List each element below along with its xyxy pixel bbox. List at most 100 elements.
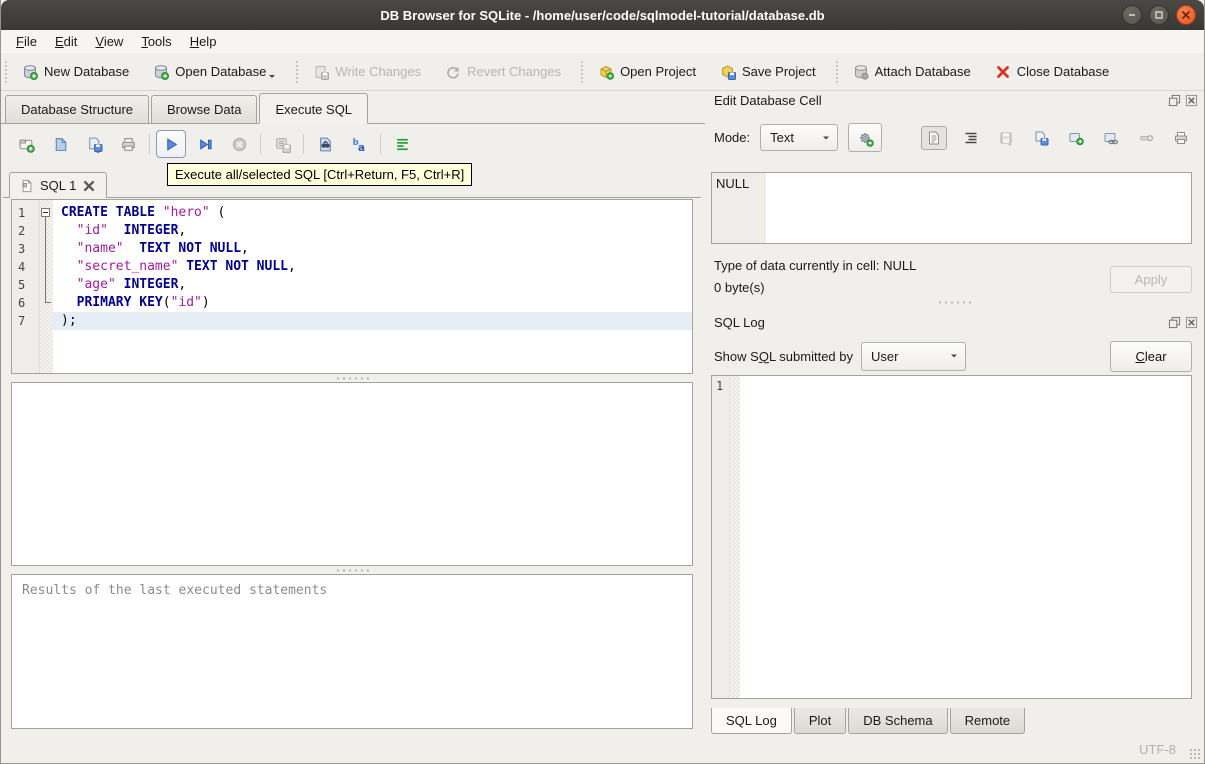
find-button[interactable] xyxy=(310,130,340,158)
menu-view[interactable]: View xyxy=(86,32,132,51)
float-dock-icon[interactable] xyxy=(1168,94,1181,107)
line-number: 6 xyxy=(18,296,26,310)
editor-results-splitter[interactable] xyxy=(3,374,701,382)
write-changes-icon xyxy=(313,64,330,80)
code-line-4[interactable]: "secret_name" TEXT NOT NULL, xyxy=(53,258,692,276)
text-mode-button[interactable] xyxy=(921,125,947,150)
log-fold-margin xyxy=(730,376,740,698)
export-cell-button[interactable] xyxy=(1065,126,1087,150)
execute-current-line-button[interactable] xyxy=(190,130,220,158)
dock-tab-plot[interactable]: Plot xyxy=(793,708,847,734)
menu-file[interactable]: File xyxy=(7,32,46,51)
open-database-icon xyxy=(153,64,170,80)
fold-marker-icon[interactable] xyxy=(41,208,50,217)
close-dock-icon[interactable] xyxy=(1185,94,1198,107)
tab-execute-sql[interactable]: Execute SQL xyxy=(259,93,369,124)
chevron-down-icon[interactable] xyxy=(268,68,276,83)
line-number: 4 xyxy=(18,260,26,274)
cell-edit-area[interactable] xyxy=(766,173,1191,243)
word-wrap-button[interactable] xyxy=(387,130,417,158)
menu-edit[interactable]: Edit xyxy=(46,32,86,51)
log-filter-value: User xyxy=(871,348,899,364)
code-line-2[interactable]: "id" INTEGER, xyxy=(53,222,692,240)
save-project-button[interactable]: Save Project xyxy=(712,59,824,85)
open-sql-file-button[interactable] xyxy=(45,130,75,158)
right-dock: Edit Database Cell Mode: Text NULL Type … xyxy=(706,90,1202,734)
log-text-area[interactable] xyxy=(740,376,1191,698)
mode-combobox[interactable]: Text xyxy=(760,124,839,151)
code-area[interactable]: CREATE TABLE "hero" ( "id" INTEGER, "nam… xyxy=(53,200,692,373)
attach-database-label: Attach Database xyxy=(874,64,971,79)
menu-bar: File Edit View Tools Help xyxy=(1,30,1204,54)
tab-browse-data[interactable]: Browse Data xyxy=(151,95,258,123)
main-toolbar: New Database Open Database Write Changes… xyxy=(1,53,1204,91)
new-sql-tab-button[interactable] xyxy=(11,130,41,158)
menu-tools[interactable]: Tools xyxy=(132,32,180,51)
open-database-button[interactable]: Open Database xyxy=(145,55,284,88)
save-icon xyxy=(998,130,1014,146)
auto-format-button[interactable]: ba xyxy=(344,130,374,158)
dock-tab-remote[interactable]: Remote xyxy=(949,708,1026,734)
word-wrap-icon xyxy=(394,136,410,152)
code-line-6[interactable]: PRIMARY KEY("id") xyxy=(53,294,692,312)
open-in-app-button[interactable] xyxy=(1100,126,1122,150)
word-wrap-toggle[interactable] xyxy=(960,126,982,150)
open-project-button[interactable]: Open Project xyxy=(590,59,704,85)
title-bar[interactable]: DB Browser for SQLite - /home/user/code/… xyxy=(1,0,1204,30)
splitter-grip[interactable] xyxy=(335,376,369,380)
results-grid-pane[interactable] xyxy=(11,382,693,566)
dock-tab-bar: SQL Log Plot DB Schema Remote xyxy=(711,708,1027,734)
open-sql-file-icon xyxy=(52,136,68,152)
code-line-3[interactable]: "name" TEXT NOT NULL, xyxy=(53,240,692,258)
grid-log-splitter[interactable] xyxy=(3,566,701,574)
sql-log-view[interactable]: 1 xyxy=(711,375,1192,699)
toolbar-separator xyxy=(260,134,261,154)
fold-margin[interactable] xyxy=(40,200,53,373)
indent-icon xyxy=(963,130,979,146)
splitter-grip[interactable] xyxy=(937,301,971,304)
import-cell-button[interactable] xyxy=(1030,126,1052,150)
dock-splitter[interactable] xyxy=(706,301,1202,304)
print-cell-button[interactable] xyxy=(1170,126,1192,150)
clear-log-button[interactable]: Clear xyxy=(1110,340,1192,372)
dock-tab-sql-log[interactable]: SQL Log xyxy=(711,708,792,734)
close-dock-icon[interactable] xyxy=(1185,316,1198,329)
sql-1-tab[interactable]: SQL 1 xyxy=(9,172,108,198)
new-database-icon xyxy=(22,64,38,80)
splitter-grip[interactable] xyxy=(335,568,369,572)
cell-value-editor[interactable]: NULL xyxy=(711,172,1192,244)
svg-text:a: a xyxy=(358,141,365,153)
execute-sql-tooltip: Execute all/selected SQL [Ctrl+Return, F… xyxy=(167,163,473,186)
close-button[interactable] xyxy=(1176,5,1196,25)
log-filter-combobox[interactable]: User xyxy=(861,341,966,371)
code-line-1[interactable]: CREATE TABLE "hero" ( xyxy=(53,204,692,222)
toolbar-handle[interactable] xyxy=(4,59,9,84)
tab-database-structure[interactable]: Database Structure xyxy=(5,95,150,123)
edit-cell-dock-title: Edit Database Cell xyxy=(714,93,822,108)
code-line-7[interactable]: ); xyxy=(53,312,692,330)
window-title: DB Browser for SQLite - /home/user/code/… xyxy=(380,7,825,23)
attach-database-button[interactable]: Attach Database xyxy=(845,59,979,85)
cell-edit-icons xyxy=(921,123,1192,152)
minimize-button[interactable] xyxy=(1122,5,1142,25)
sql-code-editor[interactable]: 1 2 3 4 5 6 7 CREATE TABLE "hero" ( "id" INTEG… xyxy=(11,199,693,374)
close-database-button[interactable]: Close Database xyxy=(987,59,1118,85)
toolbar-separator xyxy=(380,134,381,154)
text-mode-icon xyxy=(926,130,942,146)
resize-grip[interactable] xyxy=(1189,748,1201,760)
set-null-button xyxy=(1135,126,1157,150)
dock-tab-db-schema[interactable]: DB Schema xyxy=(848,708,948,734)
apply-format-button[interactable] xyxy=(848,123,883,152)
execute-sql-button[interactable] xyxy=(156,130,186,158)
code-line-5[interactable]: "age" INTEGER, xyxy=(53,276,692,294)
float-dock-icon[interactable] xyxy=(1168,316,1181,329)
close-tab-icon[interactable] xyxy=(82,179,96,193)
save-sql-file-button[interactable] xyxy=(79,130,109,158)
log-line-number: 1 xyxy=(712,376,730,698)
maximize-button[interactable] xyxy=(1149,5,1169,25)
clear-button-label: Clear xyxy=(1135,348,1167,364)
print-sql-button[interactable] xyxy=(113,130,143,158)
execution-results-pane[interactable]: Results of the last executed statements xyxy=(11,574,693,729)
new-database-button[interactable]: New Database xyxy=(14,59,137,85)
menu-help[interactable]: Help xyxy=(181,32,226,51)
